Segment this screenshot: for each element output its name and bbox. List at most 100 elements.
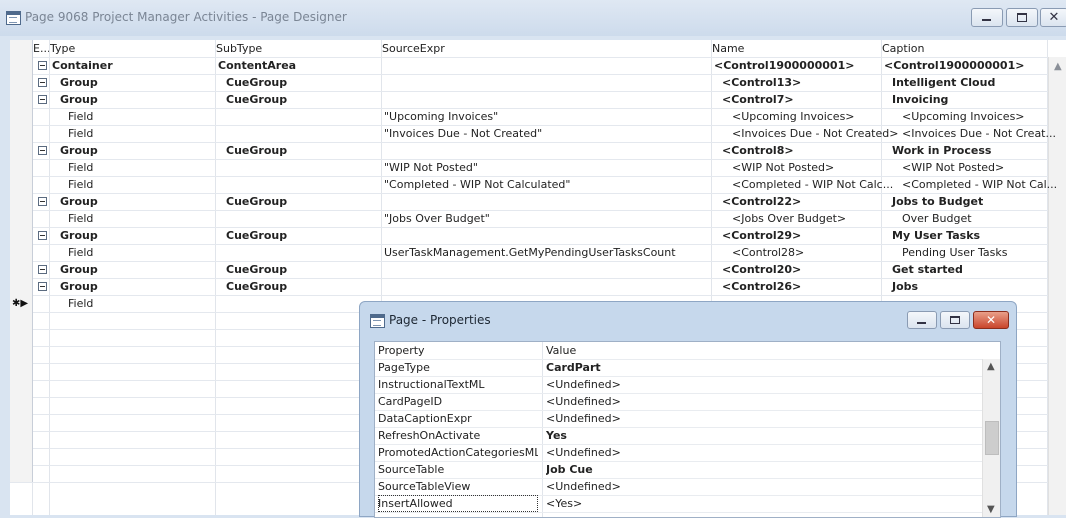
expand-cell[interactable] [33,91,49,108]
row-selector[interactable] [10,91,33,108]
property-row[interactable]: SourceTable Job Cue [375,461,982,479]
caption-cell[interactable]: Invoicing [882,91,1058,108]
subtype-cell[interactable]: CueGroup [216,261,390,278]
name-cell[interactable]: <Control20> [712,261,890,278]
type-cell[interactable]: Group [50,142,224,159]
caption-cell[interactable]: Pending User Tasks [882,244,1066,261]
expand-cell[interactable] [33,74,49,91]
collapse-icon[interactable] [38,61,47,70]
row-selector[interactable] [10,329,33,346]
name-cell[interactable]: <Control13> [712,74,890,91]
property-value[interactable]: <Undefined> [546,478,976,495]
dialog-minimize-button[interactable] [907,311,937,329]
collapse-icon[interactable] [38,231,47,240]
scroll-thumb[interactable] [985,421,999,455]
name-cell[interactable]: <Control29> [712,227,890,244]
subtype-cell[interactable]: CueGroup [216,142,390,159]
sourceexpr-cell[interactable] [382,142,712,159]
row-selector[interactable] [10,57,33,74]
property-name[interactable]: DataCaptionExpr [378,410,538,427]
type-cell[interactable]: Group [50,74,224,91]
type-cell[interactable]: Group [50,193,224,210]
sourceexpr-cell[interactable]: "Invoices Due - Not Created" [382,125,712,142]
property-value[interactable]: <Undefined> [546,376,976,393]
sourceexpr-cell[interactable] [382,57,712,74]
row-selector[interactable]: ✱▶ [10,295,33,312]
subtype-cell[interactable]: ContentArea [216,57,382,74]
type-cell[interactable]: Field [50,108,232,125]
property-name[interactable]: CardPageID [378,393,538,410]
caption-cell[interactable]: Over Budget [882,210,1066,227]
caption-cell[interactable]: My User Tasks [882,227,1058,244]
row-selector[interactable] [10,278,33,295]
expand-cell[interactable] [33,159,49,176]
subtype-cell[interactable] [216,210,398,227]
subtype-cell[interactable] [216,125,398,142]
column-header-subtype[interactable]: SubType [216,40,380,57]
name-cell[interactable]: <Control1900000001> [712,57,882,74]
table-row[interactable]: Group CueGroup <Control26> Jobs [10,278,1048,296]
row-selector[interactable] [10,414,33,431]
table-row[interactable]: Group CueGroup <Control13> Intelligent Clou… [10,74,1048,92]
type-cell[interactable]: Group [50,261,224,278]
property-row[interactable]: DataCaptionExpr <Undefined> [375,410,982,428]
property-value[interactable]: <Undefined> [546,444,976,461]
expand-cell[interactable] [33,176,49,193]
property-row[interactable]: CardPageID <Undefined> [375,393,982,411]
property-row[interactable]: RefreshOnActivate Yes [375,427,982,445]
name-cell[interactable]: <Completed - WIP Not Calc... [712,176,900,193]
table-row[interactable]: Group CueGroup <Control29> My User Tasks [10,227,1048,245]
subtype-cell[interactable] [216,176,398,193]
type-cell[interactable]: Field [50,176,232,193]
expand-cell[interactable] [33,295,49,312]
column-header-sourceexpr[interactable]: SourceExpr [382,40,710,57]
table-row[interactable]: Container ContentArea <Control1900000001> <… [10,57,1048,75]
column-header-caption[interactable]: Caption [882,40,1048,57]
caption-cell[interactable]: <WIP Not Posted> [882,159,1066,176]
type-cell[interactable]: Field [50,159,232,176]
property-value[interactable]: <Undefined> [546,410,976,427]
row-selector[interactable] [10,142,33,159]
subtype-cell[interactable] [216,108,398,125]
property-name[interactable]: InsertAllowed [378,495,538,512]
table-row[interactable]: Field UserTaskManagement.GetMyPendingUser… [10,244,1048,262]
table-row[interactable]: Group CueGroup <Control20> Get started [10,261,1048,279]
property-value[interactable]: Job Cue [546,461,976,478]
row-selector[interactable] [10,363,33,380]
name-cell[interactable]: <Upcoming Invoices> [712,108,900,125]
row-selector[interactable] [10,431,33,448]
property-row[interactable]: InstructionalTextML <Undefined> [375,376,982,394]
property-name[interactable]: RefreshOnActivate [378,427,538,444]
expand-cell[interactable] [33,210,49,227]
row-selector[interactable] [10,380,33,397]
column-header-name[interactable]: Name [712,40,880,57]
sourceexpr-cell[interactable] [382,74,712,91]
row-selector[interactable] [10,159,33,176]
property-name[interactable]: PromotedActionCategoriesML [378,444,538,461]
subtype-cell[interactable]: CueGroup [216,193,390,210]
subtype-cell[interactable]: CueGroup [216,227,390,244]
column-header-type[interactable]: Type [50,40,214,57]
expand-cell[interactable] [33,125,49,142]
name-cell[interactable]: <Jobs Over Budget> [712,210,900,227]
caption-cell[interactable]: Jobs [882,278,1058,295]
sourceexpr-cell[interactable] [382,193,712,210]
row-selector[interactable] [10,176,33,193]
property-value[interactable]: <Undefined> [546,393,976,410]
property-name[interactable]: InstructionalTextML [378,376,538,393]
name-cell[interactable]: <Control8> [712,142,890,159]
table-row[interactable]: Field "Upcoming Invoices" <Upcoming Invoic… [10,108,1048,126]
expand-cell[interactable] [33,244,49,261]
table-row[interactable]: Group CueGroup <Control8> Work in Process [10,142,1048,160]
row-selector[interactable] [10,346,33,363]
property-row[interactable]: SourceTableView <Undefined> [375,478,982,496]
row-selector[interactable] [10,74,33,91]
table-row[interactable]: Field "Completed - WIP Not Calculated" <Co… [10,176,1057,194]
value-column-header[interactable]: Value [546,342,976,359]
row-selector[interactable] [10,448,33,465]
sourceexpr-cell[interactable]: "WIP Not Posted" [382,159,712,176]
caption-cell[interactable]: <Completed - WIP Not Cal... [882,176,1066,193]
row-selector[interactable] [10,227,33,244]
expand-cell[interactable] [33,57,49,74]
property-name[interactable]: SourceTableView [378,478,538,495]
